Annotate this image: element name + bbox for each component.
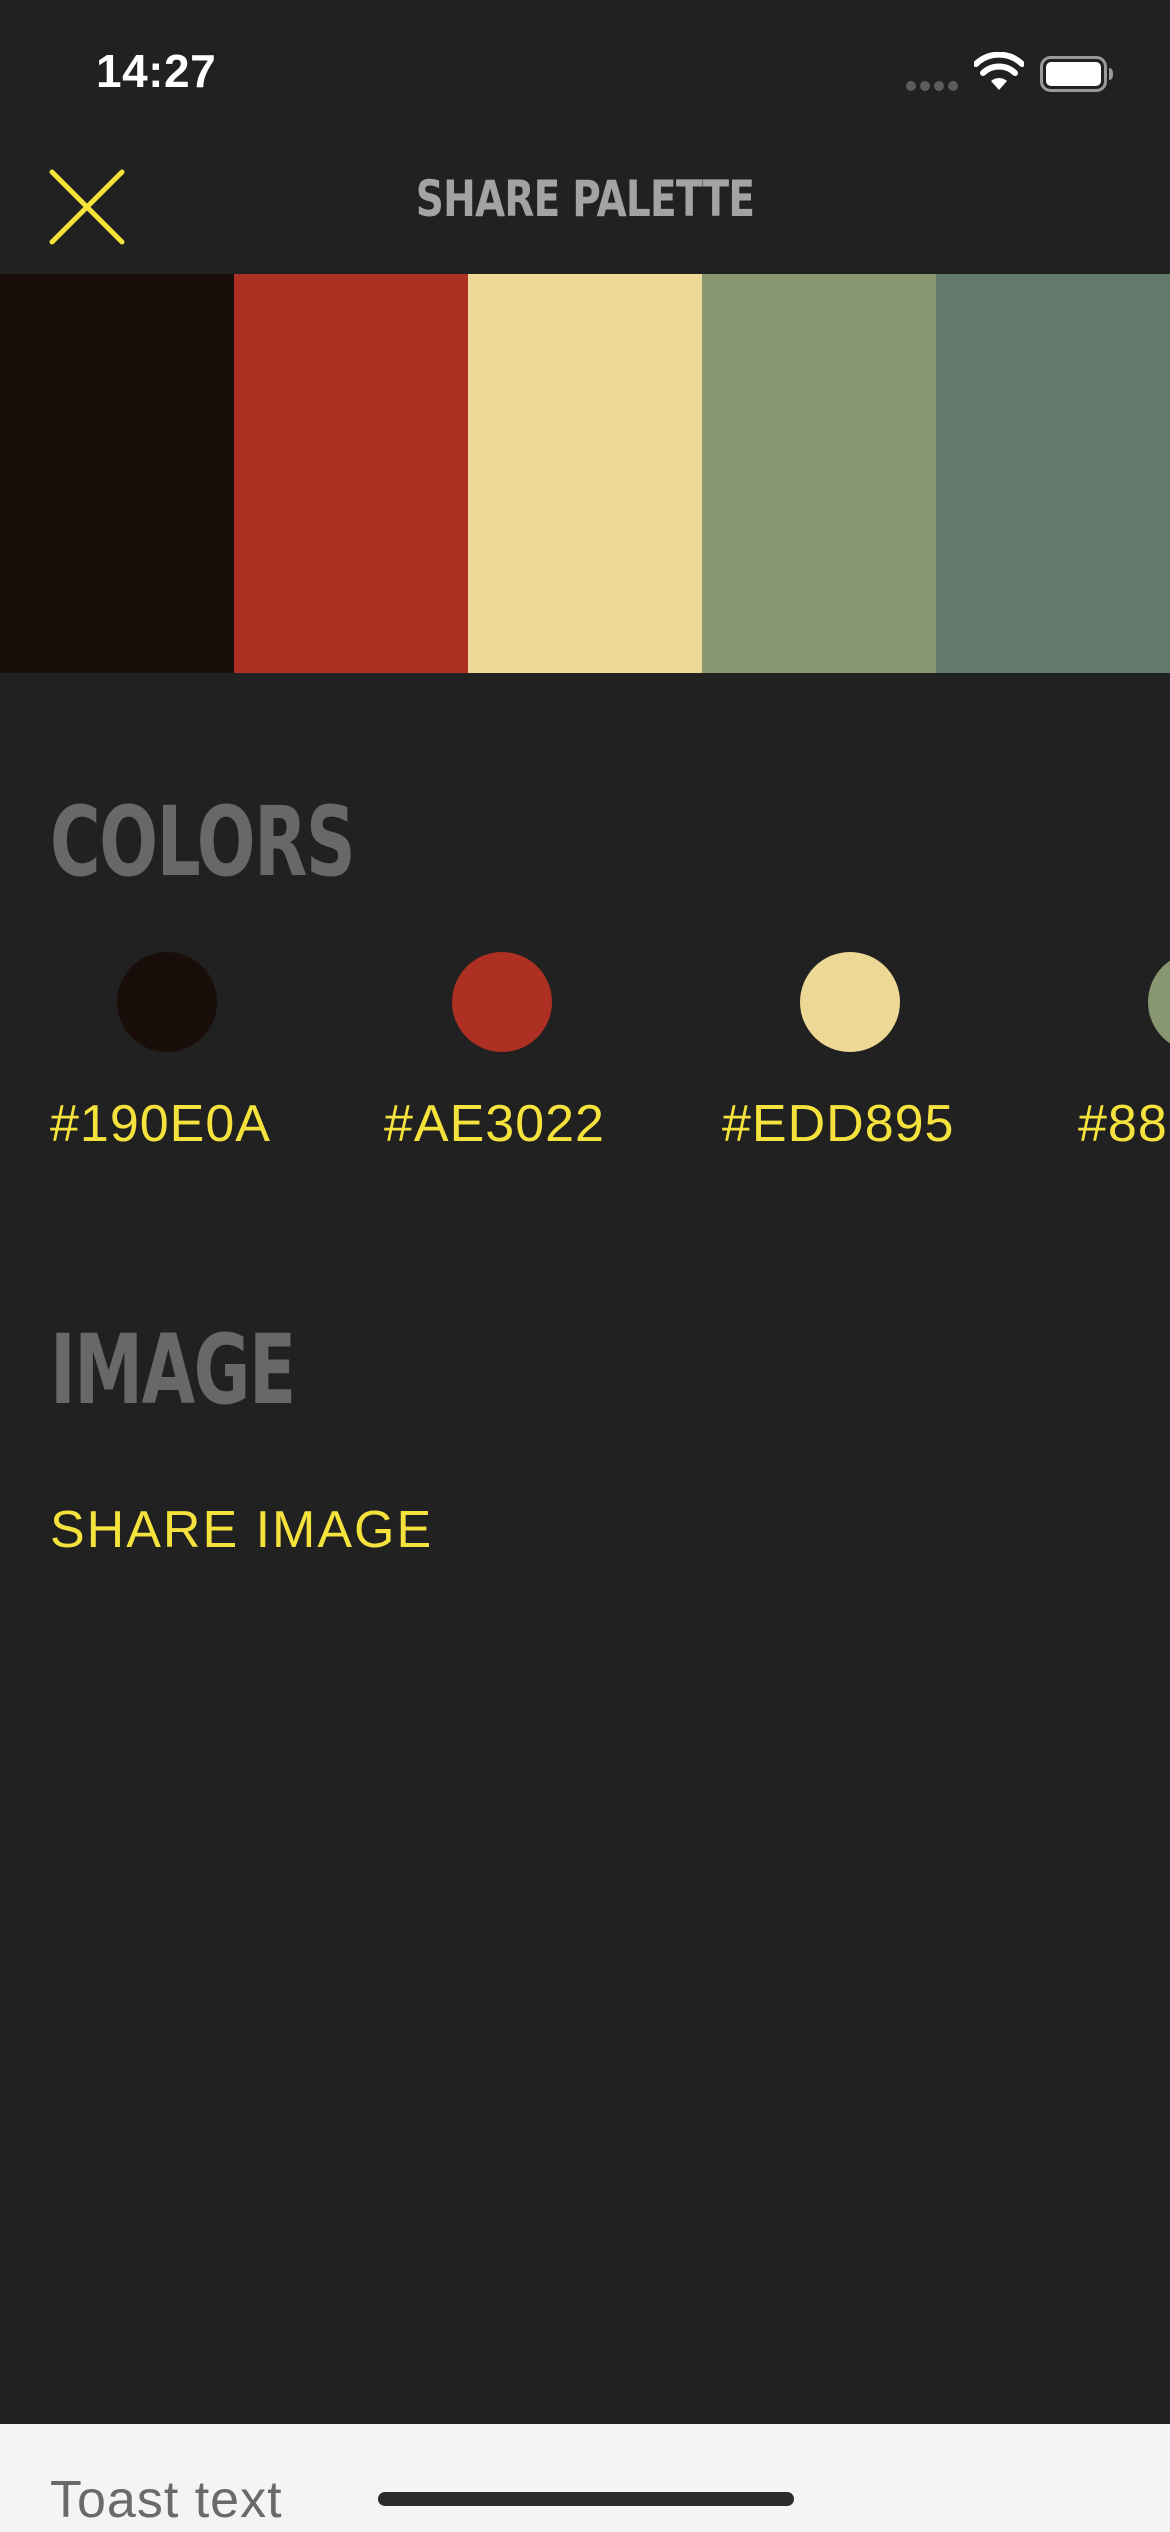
header: SHARE PALETTE [0, 140, 1170, 274]
share-image-button[interactable]: SHARE IMAGE [50, 1500, 433, 1560]
palette-strip [0, 274, 1170, 673]
color-hex-label: #AE3022 [384, 1095, 605, 1153]
battery-icon [1040, 56, 1113, 92]
color-dot [117, 952, 217, 1052]
image-section-title: IMAGE [50, 1314, 296, 1426]
palette-swatch [702, 274, 936, 673]
status-bar: 14:27 [0, 0, 1170, 140]
palette-swatch [468, 274, 702, 673]
wifi-icon [974, 52, 1024, 90]
status-time: 14:27 [96, 45, 217, 97]
colors-row[interactable]: #190E0A #AE3022 #EDD895 #88 [0, 946, 1170, 1176]
color-dot [1148, 952, 1170, 1052]
color-hex-label: #88 [1078, 1095, 1168, 1153]
page-title: SHARE PALETTE [415, 170, 755, 228]
color-dot [452, 952, 552, 1052]
toast-text: Toast text [50, 2471, 283, 2529]
color-hex-label: #EDD895 [722, 1095, 955, 1153]
close-icon[interactable] [44, 164, 130, 250]
palette-swatch [936, 274, 1170, 673]
signal-icon [906, 81, 960, 93]
palette-swatch [234, 274, 468, 673]
palette-swatch [0, 274, 234, 673]
colors-section-title: COLORS [50, 786, 356, 898]
color-hex-label: #190E0A [50, 1095, 271, 1153]
color-dot [800, 952, 900, 1052]
toast: Toast text [0, 2424, 1170, 2532]
home-indicator[interactable] [378, 2492, 794, 2506]
